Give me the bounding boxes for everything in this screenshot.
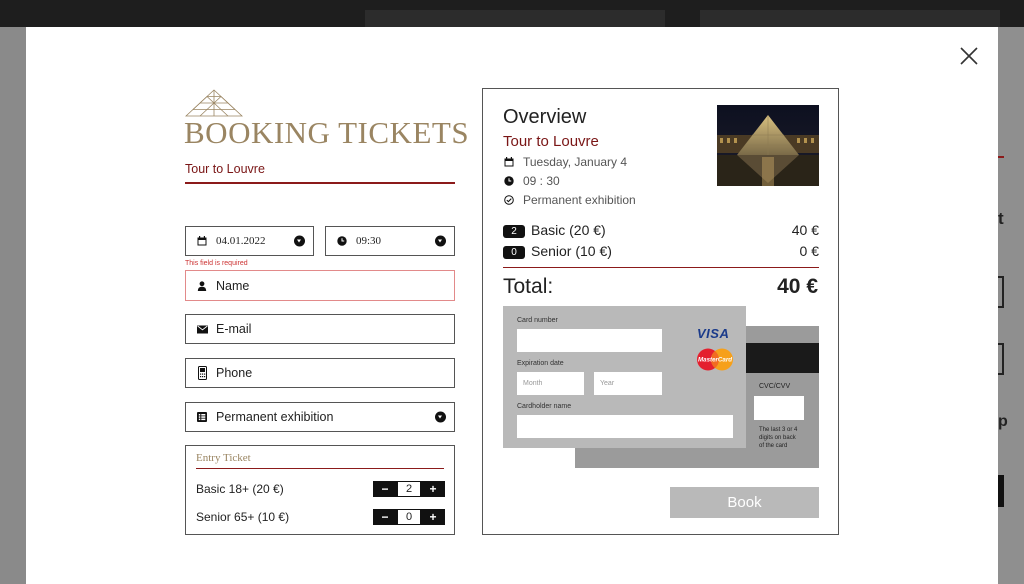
visa-logo: VISA — [697, 326, 730, 341]
quantity-value[interactable]: 0 — [397, 509, 421, 525]
decrement-button[interactable]: − — [373, 481, 397, 497]
date-select[interactable]: 04.01.2022 — [185, 226, 314, 256]
cardholder-input[interactable] — [517, 415, 733, 438]
overview-tour: Tour to Louvre — [503, 133, 599, 150]
chevron-down-icon — [435, 411, 446, 423]
pyramid-logo-icon — [184, 89, 244, 117]
quantity-stepper: − 0 + — [373, 509, 445, 525]
list-icon — [196, 411, 208, 423]
total-label: Total: — [503, 275, 554, 298]
background-bar — [700, 10, 1000, 27]
page-title: BOOKING TICKETS — [184, 115, 470, 150]
increment-button[interactable]: + — [421, 481, 445, 497]
email-field[interactable]: E-mail — [185, 314, 455, 344]
summary-row-basic: 2 Basic (20 €) 40 € — [503, 222, 819, 240]
background-button — [998, 475, 1004, 507]
tour-subtitle: Tour to Louvre — [185, 162, 265, 176]
summary-label: Basic (20 €) — [531, 222, 606, 238]
month-input[interactable]: Month — [517, 372, 584, 395]
entry-ticket-divider — [196, 468, 444, 469]
exhibition-value: Permanent exhibition — [216, 410, 334, 424]
summary-qty-badge: 2 — [503, 225, 525, 238]
decrement-button[interactable]: − — [373, 509, 397, 525]
background-text: t — [998, 209, 1004, 228]
check-circle-icon — [503, 195, 514, 206]
exhibition-select[interactable]: Permanent exhibition — [185, 402, 455, 432]
phone-icon — [196, 366, 208, 380]
calendar-icon — [196, 235, 208, 247]
date-value: 04.01.2022 — [216, 235, 266, 247]
quantity-value[interactable]: 2 — [397, 481, 421, 497]
background-field — [998, 276, 1004, 308]
overview-time: 09 : 30 — [503, 174, 560, 188]
cvc-input[interactable] — [754, 396, 804, 420]
ticket-label: Basic 18+ (20 €) — [196, 482, 284, 496]
booking-modal: BOOKING TICKETS Tour to Louvre 04.01.202… — [26, 27, 998, 584]
card-number-label: Card number — [517, 317, 558, 324]
time-select[interactable]: 09:30 — [325, 226, 455, 256]
mastercard-text: MasterCard — [698, 357, 732, 364]
entry-ticket-panel: Entry Ticket Basic 18+ (20 €) − 2 + Seni… — [185, 445, 455, 535]
entry-ticket-heading: Entry Ticket — [196, 452, 251, 464]
summary-label: Senior (10 €) — [531, 243, 612, 259]
summary-qty-badge: 0 — [503, 246, 525, 259]
summary-amount: 40 € — [791, 222, 819, 238]
total-value: 40 € — [777, 275, 818, 298]
background-bar — [365, 10, 665, 27]
time-value: 09:30 — [356, 235, 382, 247]
chevron-down-icon — [294, 235, 305, 247]
phone-placeholder: Phone — [216, 366, 253, 380]
clock-icon — [336, 235, 348, 247]
mail-icon — [196, 323, 208, 335]
email-placeholder: E-mail — [216, 322, 252, 336]
summary-row-senior: 0 Senior (10 €) 0 € — [503, 243, 819, 261]
card-front: Card number Expiration date Month Year C… — [503, 306, 746, 448]
subtitle-divider — [185, 182, 455, 184]
clock-icon — [503, 176, 514, 187]
background-field — [998, 343, 1004, 375]
book-button[interactable]: Book — [670, 487, 819, 518]
name-field[interactable]: Name — [185, 270, 455, 301]
increment-button[interactable]: + — [421, 509, 445, 525]
overview-date: Tuesday, January 4 — [503, 155, 627, 169]
phone-field[interactable]: Phone — [185, 358, 455, 388]
overview-exhibition: Permanent exhibition — [503, 193, 636, 207]
summary-divider — [503, 267, 819, 268]
overview-time-text: 09 : 30 — [523, 174, 560, 188]
calendar-icon — [503, 157, 514, 168]
name-placeholder: Name — [216, 278, 250, 293]
close-icon[interactable] — [958, 45, 980, 67]
quantity-stepper: − 2 + — [373, 481, 445, 497]
background-header — [0, 0, 1024, 27]
background-page: t p — [998, 27, 1024, 584]
year-input[interactable]: Year — [594, 372, 662, 395]
person-icon — [196, 280, 208, 292]
overview-date-text: Tuesday, January 4 — [523, 155, 628, 169]
louvre-photo — [717, 105, 819, 186]
summary-amount: 0 € — [799, 243, 819, 259]
overview-exhibition-text: Permanent exhibition — [523, 193, 636, 207]
background-text: p — [998, 413, 1008, 430]
expiry-label: Expiration date — [517, 360, 564, 367]
cvc-label: CVC/CVV — [759, 383, 791, 390]
mastercard-logo: MasterCard — [696, 348, 734, 371]
card-number-input[interactable] — [517, 329, 662, 352]
overview-title: Overview — [503, 106, 587, 128]
ticket-label: Senior 65+ (10 €) — [196, 510, 290, 524]
cardholder-label: Cardholder name — [517, 403, 572, 410]
error-message: This field is required — [185, 260, 248, 267]
background-divider — [998, 156, 1004, 158]
overview-panel: Overview Tour to Louvre Tuesday, January… — [482, 88, 839, 535]
ticket-row-basic: Basic 18+ (20 €) − 2 + — [196, 481, 446, 497]
chevron-down-icon — [435, 235, 446, 247]
ticket-row-senior: Senior 65+ (10 €) − 0 + — [196, 509, 446, 525]
cvc-hint: The last 3 or 4 digits on back of the ca… — [759, 427, 798, 449]
